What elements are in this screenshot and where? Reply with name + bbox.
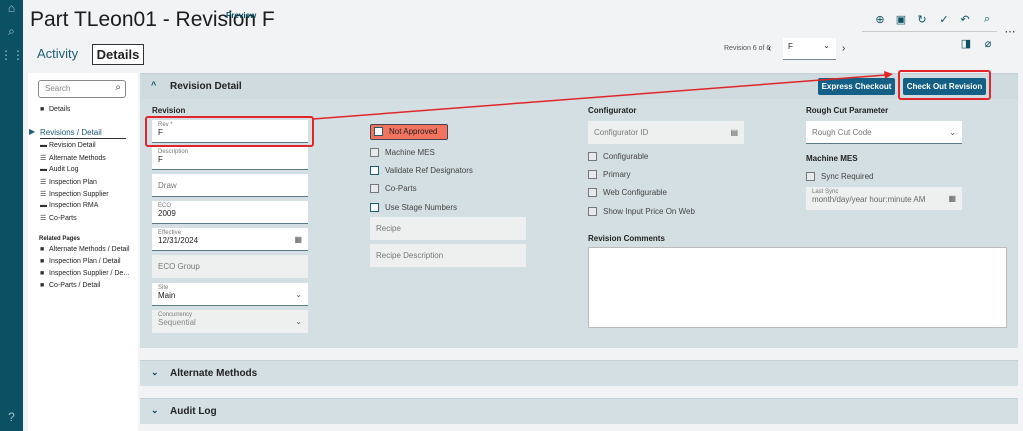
annotation-arrow — [312, 74, 887, 120]
annotation-box-checkout — [898, 70, 991, 100]
annotation-box-rev — [145, 116, 314, 147]
arrowhead-icon — [884, 71, 893, 79]
annotation-overlay — [145, 70, 991, 147]
